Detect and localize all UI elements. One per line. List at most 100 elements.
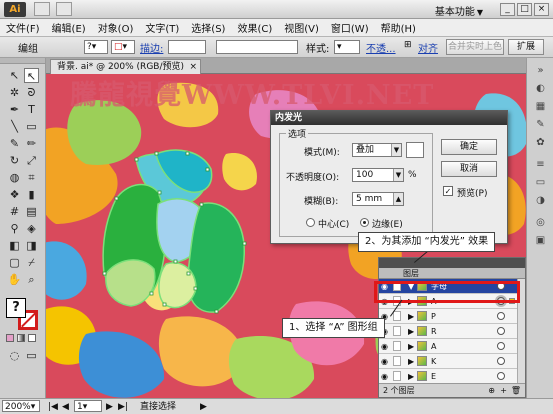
stroke-color-picker[interactable]: □▾: [111, 40, 135, 54]
first-page-icon[interactable]: |◀: [48, 401, 58, 413]
menu-type[interactable]: 文字(T): [145, 20, 179, 35]
artboard-tool-icon[interactable]: ▢: [7, 255, 22, 270]
lock-toggle[interactable]: [393, 371, 401, 381]
selection-tool-icon[interactable]: ↖: [7, 68, 22, 83]
edge-radio[interactable]: [360, 218, 369, 227]
align-link[interactable]: 对齐: [418, 40, 438, 55]
visibility-eye-icon[interactable]: ◉: [381, 357, 388, 366]
expand-triangle-icon[interactable]: ▶: [408, 325, 414, 338]
pencil-tool-icon[interactable]: ✏: [24, 136, 39, 151]
menu-file[interactable]: 文件(F): [6, 20, 40, 35]
arrange-documents-icon[interactable]: [56, 2, 72, 16]
bridge-icon[interactable]: [34, 2, 50, 16]
make-clipping-mask-icon[interactable]: ⊕: [488, 384, 495, 397]
menu-effect[interactable]: 效果(C): [237, 20, 272, 35]
visibility-eye-icon[interactable]: ◉: [381, 372, 388, 381]
graph-tool-icon[interactable]: ▮: [24, 187, 39, 202]
type-tool-icon[interactable]: T: [24, 102, 39, 117]
collapse-panels-icon[interactable]: »: [533, 64, 548, 77]
eyedropper-tool-icon[interactable]: ⚲: [7, 221, 22, 236]
workspace-switcher[interactable]: 基本功能 ▼: [435, 3, 483, 18]
brush-definition-dropdown[interactable]: [216, 40, 298, 54]
expand-triangle-icon[interactable]: ▶: [408, 310, 414, 323]
none-mode-button[interactable]: [28, 334, 36, 342]
last-page-icon[interactable]: ▶|: [118, 401, 128, 413]
menu-help[interactable]: 帮助(H): [381, 20, 416, 35]
draw-normal-icon[interactable]: ◌: [7, 348, 22, 363]
status-menu-icon[interactable]: ▶: [200, 401, 207, 413]
target-circle-icon[interactable]: [497, 357, 505, 365]
rectangle-tool-icon[interactable]: ▭: [24, 119, 39, 134]
glow-color-swatch[interactable]: [406, 142, 424, 158]
fill-swatch[interactable]: ?: [6, 298, 26, 318]
transparency-panel-icon[interactable]: ◑: [533, 194, 548, 207]
direct-selection-tool-icon[interactable]: ↖: [24, 68, 39, 83]
next-page-icon[interactable]: ▶: [106, 401, 113, 413]
merge-live-paint-button[interactable]: 合并实时上色: [446, 39, 504, 55]
visibility-eye-icon[interactable]: ◉: [381, 342, 388, 351]
free-transform-tool-icon[interactable]: ⌗: [24, 170, 39, 185]
warp-tool-icon[interactable]: ◍: [7, 170, 22, 185]
stroke-link[interactable]: 描边:: [140, 40, 163, 55]
menu-view[interactable]: 视图(V): [284, 20, 319, 35]
paintbrush-tool-icon[interactable]: ✎: [7, 136, 22, 151]
expand-triangle-icon[interactable]: ▶: [408, 355, 414, 368]
layer-row[interactable]: ◉▶R: [379, 324, 525, 339]
target-circle-icon[interactable]: [497, 342, 505, 350]
lasso-tool-icon[interactable]: ᘐ: [24, 85, 39, 100]
zoom-tool-icon[interactable]: ⌕: [24, 272, 39, 287]
menu-window[interactable]: 窗口(W): [331, 20, 369, 35]
page-select[interactable]: 1▾: [74, 400, 102, 412]
align-icon[interactable]: ⊞: [404, 40, 412, 50]
cancel-button[interactable]: 取消: [441, 161, 497, 177]
gradient-mode-button[interactable]: [17, 334, 25, 342]
live-paint-selection-icon[interactable]: ◨: [24, 238, 39, 253]
zoom-select[interactable]: 200%▾: [2, 400, 40, 412]
stroke-weight-field[interactable]: [168, 40, 206, 54]
magic-wand-icon[interactable]: ✲: [7, 85, 22, 100]
stroke-panel-icon[interactable]: ≡: [533, 158, 548, 171]
delete-layer-icon[interactable]: 🗑: [511, 384, 521, 397]
expand-button[interactable]: 扩展: [508, 39, 544, 55]
graphic-style-picker[interactable]: ▾: [334, 40, 360, 54]
slice-tool-icon[interactable]: ⌿: [24, 255, 39, 270]
pen-tool-icon[interactable]: ✒: [7, 102, 22, 117]
tool-status[interactable]: 直接选择: [140, 401, 176, 413]
graphic-styles-panel-icon[interactable]: ▣: [533, 234, 548, 247]
menu-edit[interactable]: 编辑(E): [52, 20, 86, 35]
line-tool-icon[interactable]: ╲: [7, 119, 22, 134]
layer-row[interactable]: ◉▶P: [379, 309, 525, 324]
hand-tool-icon[interactable]: ✋: [7, 272, 22, 287]
lock-toggle[interactable]: [393, 311, 401, 321]
lock-toggle[interactable]: [393, 326, 401, 336]
appearance-panel-icon[interactable]: ◎: [533, 216, 548, 229]
swatches-panel-icon[interactable]: ▦: [533, 100, 548, 113]
panel-grip[interactable]: [0, 58, 45, 64]
maximize-button[interactable]: □: [517, 3, 532, 16]
center-radio[interactable]: [306, 218, 315, 227]
expand-triangle-icon[interactable]: ▶: [408, 340, 414, 353]
close-button[interactable]: ×: [534, 3, 549, 16]
mode-select[interactable]: 叠加 ▼: [352, 143, 402, 157]
target-circle-icon[interactable]: [497, 372, 505, 380]
fill-stroke-widget[interactable]: ?: [6, 298, 40, 330]
gradient-panel-icon[interactable]: ▭: [533, 176, 548, 189]
target-circle-icon[interactable]: [497, 327, 505, 335]
live-paint-bucket-icon[interactable]: ◧: [7, 238, 22, 253]
opacity-link[interactable]: 不透...: [366, 40, 396, 55]
target-circle-icon[interactable]: [497, 312, 505, 320]
scale-tool-icon[interactable]: ⤢: [24, 153, 39, 168]
prev-page-icon[interactable]: ◀: [62, 401, 69, 413]
screen-mode-icon[interactable]: ▭: [24, 348, 39, 363]
layers-tab[interactable]: 图层: [379, 268, 525, 279]
symbols-panel-icon[interactable]: ✿: [533, 136, 548, 149]
preview-checkbox[interactable]: ✓: [443, 186, 453, 196]
document-tab[interactable]: 背景. ai* @ 200% (RGB/预览) ×: [50, 59, 202, 74]
blend-tool-icon[interactable]: ◈: [24, 221, 39, 236]
rotate-tool-icon[interactable]: ↻: [7, 153, 22, 168]
expand-triangle-icon[interactable]: ▶: [408, 370, 414, 383]
lock-toggle[interactable]: [393, 341, 401, 351]
new-layer-icon[interactable]: +: [500, 384, 507, 397]
minimize-button[interactable]: _: [500, 3, 515, 16]
ok-button[interactable]: 确定: [441, 139, 497, 155]
